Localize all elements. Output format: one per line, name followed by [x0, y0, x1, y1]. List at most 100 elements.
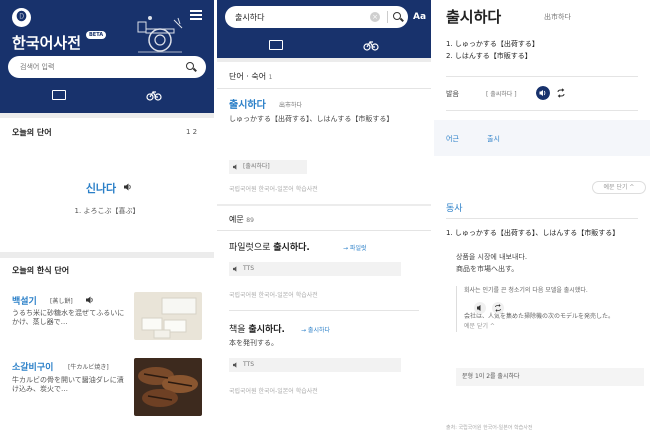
word-of-day-title: 오늘의 단어: [12, 128, 52, 137]
example-source: 국립국어원 한국어-일본어 학습사전: [229, 388, 318, 395]
pronunciation-text: [출씨하다]: [243, 163, 270, 170]
speaker-icon[interactable]: [536, 86, 550, 100]
app-title: 한국어사전: [12, 34, 82, 52]
speaker-icon[interactable]: [233, 164, 239, 170]
example-japanese: 会社は、人気を集めた掃除機の次のモデルを発売した。: [464, 313, 615, 320]
example-collapse[interactable]: 예문 닫기 ^: [464, 322, 644, 332]
definition-line: 1. しゅっかする【出荷する】: [446, 40, 539, 48]
definition-line: 2. しはんする【市販する】: [446, 52, 532, 60]
divider: [217, 230, 431, 231]
menu-icon[interactable]: [190, 10, 202, 20]
pronunciation-value: [ 출씨하다 ]: [486, 91, 517, 98]
words-card: 단어 · 숙어 1 출시하다 出市하다 しゅっかする【出荷する】、しはんする【市…: [217, 62, 431, 204]
hansik-title: 오늘의 한식 단어: [12, 266, 70, 275]
food-word: 소갈비구이: [12, 363, 54, 373]
tab-dictionary-icon[interactable]: [269, 40, 283, 50]
example-text: 파일럿으로: [229, 243, 274, 253]
tab-dictionary-icon[interactable]: [52, 90, 66, 100]
speaker-icon[interactable]: [124, 183, 132, 191]
pronunciation-bar[interactable]: [출씨하다]: [229, 160, 307, 174]
tab-bicycle-icon[interactable]: [146, 89, 162, 101]
search-input[interactable]: [20, 56, 180, 78]
tts-label: TTS: [243, 361, 255, 368]
beta-badge: BETA: [86, 31, 107, 39]
speaker-icon[interactable]: [474, 302, 486, 314]
detail-source: 출처: 국립국어원 한국어-일본어 학습사전: [446, 425, 533, 431]
examples-card: 예문 89 파일럿으로 출시하다. → 파일럿 TTS 국립국어원 한국어-일본…: [217, 206, 431, 432]
example-highlight: 출시하다.: [248, 325, 285, 335]
tts-bar[interactable]: TTS: [229, 262, 401, 276]
example-sentence: 책을 출시하다.: [229, 322, 285, 335]
food-description: うるち米に砂糖水を混ぜてふるいにかけ、蒸し器で…: [12, 309, 125, 326]
origin-value[interactable]: 출시: [487, 134, 500, 144]
food-word: 백설기: [12, 297, 37, 307]
speaker-icon[interactable]: [233, 266, 239, 272]
word-of-day-meaning: 1. よろこぶ【喜ぶ】: [74, 207, 140, 215]
divider: [446, 76, 638, 77]
divider: [387, 11, 388, 23]
detail-reading: 出市하다: [544, 13, 571, 21]
divider: [446, 218, 638, 219]
example-sentence: 파일럿으로 출시하다.: [229, 240, 310, 253]
word-of-day-card[interactable]: 오늘의 단어 1 2 신나다 1. よろこぶ【喜ぶ】: [0, 118, 214, 252]
divider: [217, 88, 431, 89]
repeat-icon[interactable]: [554, 86, 568, 100]
search-icon[interactable]: [186, 62, 194, 70]
word-of-day-pager[interactable]: 1 2: [186, 128, 197, 136]
sense-japanese-line: 商品を市場へ出す。: [456, 265, 519, 273]
font-size-button[interactable]: Aa: [413, 12, 426, 22]
divider: [229, 310, 419, 311]
home-header: 🅓 한국어사전 BETA: [0, 0, 214, 113]
repeat-icon[interactable]: [492, 302, 504, 314]
results-search-box[interactable]: ×: [225, 6, 408, 28]
rice-cake-image: [134, 292, 202, 340]
tts-label: TTS: [243, 265, 255, 272]
search-icon[interactable]: [393, 12, 401, 20]
example-link[interactable]: → 출시하다: [301, 325, 330, 334]
sense-korean-line: 상품을 시장에 내보내다.: [456, 253, 528, 261]
part-of-speech: 동사: [446, 204, 463, 214]
logo-icon[interactable]: 🅓: [12, 8, 31, 27]
origin-label: 어근: [446, 135, 459, 143]
entry-reading: 出市하다: [279, 102, 303, 109]
food-tag: [蒸し餅]: [50, 298, 73, 305]
clear-icon[interactable]: ×: [370, 12, 380, 22]
example-source: 국립국어원 한국어-일본어 학습사전: [229, 292, 318, 299]
food-tag: [牛カルビ焼き]: [68, 364, 109, 371]
collapse-button[interactable]: 예문 단기 ^: [592, 181, 646, 194]
tts-bar[interactable]: TTS: [229, 358, 401, 372]
example-korean: 회사는 인기를 끈 청소기의 다음 모델을 출시했다.: [464, 287, 588, 294]
home-screen: 🅓 한국어사전 BETA 검색어 입력 오늘의 단어 1 2 신나다 1. よろ…: [0, 0, 214, 432]
example-link[interactable]: → 파일럿: [343, 243, 367, 252]
example-highlight: 출시하다.: [273, 243, 310, 253]
home-search-box[interactable]: [8, 56, 206, 78]
words-count: 1: [268, 74, 273, 81]
search-results-screen: × Aa 단어 · 숙어 1 출시하다 出市하다 しゅっかする【出荷する】、しは…: [217, 0, 431, 432]
detail-definitions: 1. しゅっかする【出荷する】 2. しはんする【市販する】: [446, 38, 539, 62]
pronunciation-label: 발음: [446, 90, 459, 98]
example-text: 책을: [229, 325, 249, 335]
speaker-icon[interactable]: [233, 362, 239, 368]
home-tabs: [0, 86, 214, 110]
examples-count: 89: [246, 217, 254, 224]
search-input[interactable]: [235, 6, 355, 28]
food-description: 牛カルビの骨を開いて醤油ダレに漬け込み、炭火で…: [12, 376, 124, 393]
grilled-ribs-image: [134, 358, 202, 416]
tab-bicycle-icon[interactable]: [363, 39, 379, 51]
origin-row[interactable]: 어근 출시: [434, 120, 650, 156]
examples-section-label: 예문: [229, 215, 244, 224]
sense-korean: 상품을 시장에 내보내다. 商品を市場へ出す。: [456, 251, 527, 275]
hansik-card: 오늘의 한식 단어 백설기 [蒸し餅] うるち米に砂糖水を混ぜてふるいにかけ、蒸…: [0, 258, 214, 432]
entry-source: 국립국어원 한국어-일본어 학습사전: [229, 186, 318, 193]
entry-word: 출시하다: [229, 100, 266, 111]
words-section-title: 단어 · 숙어 1: [229, 71, 272, 82]
detail-word: 출시하다: [446, 8, 502, 26]
word-of-day-word[interactable]: 신나다: [0, 180, 208, 196]
results-header: × Aa: [217, 0, 431, 58]
speaker-icon[interactable]: [86, 296, 94, 304]
dictionary-illustration-icon: [137, 16, 183, 53]
words-section-label: 단어 · 숙어: [229, 72, 267, 81]
example-translation: 本を発刊する。: [229, 339, 278, 347]
examples-section-title: 예문 89: [229, 214, 254, 225]
entry-definition: しゅっかする【出荷する】、しはんする【市販する】: [229, 115, 394, 123]
